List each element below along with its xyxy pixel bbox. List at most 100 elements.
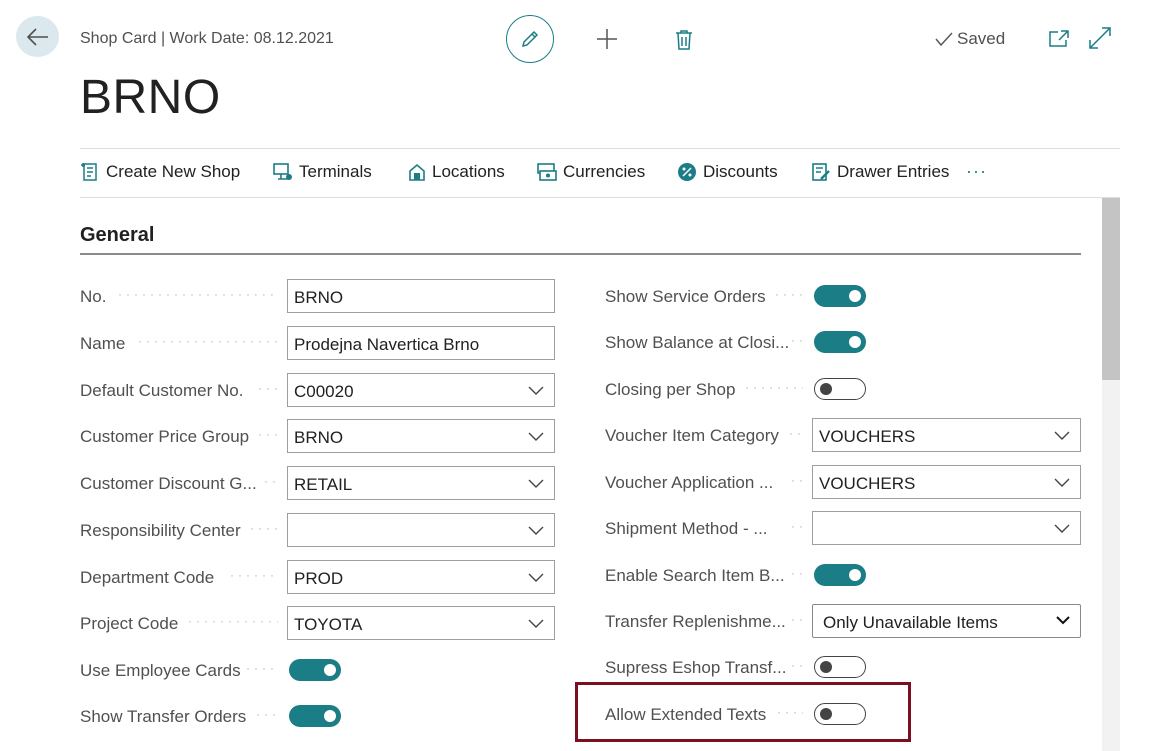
currency-icon [537,163,557,181]
chevron-down-icon [528,619,544,628]
project-code-select[interactable]: TOYOTA [287,606,555,640]
show-balance-at-closing-toggle[interactable] [814,331,866,353]
chevron-down-icon [528,432,544,441]
back-button[interactable] [16,16,59,57]
action-currencies[interactable]: Currencies [537,162,645,182]
delete-button[interactable] [672,26,696,52]
saved-label: Saved [957,29,1006,48]
default-customer-select[interactable]: C00020 [287,373,555,407]
customer-price-group-select[interactable]: BRNO [287,419,555,453]
open-new-window-button[interactable] [1048,28,1070,48]
leader-dots: ·························· [118,287,278,301]
leader-dots: ·················· [188,614,278,628]
shipment-method-select[interactable] [812,511,1081,545]
show-service-orders-toggle[interactable] [814,285,866,307]
leader-dots: ·· [791,519,803,533]
responsibility-center-select[interactable] [287,513,555,547]
leader-dots: ·························· [138,334,278,348]
expand-icon [1089,27,1111,49]
action-label: Create New Shop [106,162,241,181]
field-label: Show Transfer Orders [80,707,247,726]
field-label: Responsibility Center [80,521,241,540]
section-title-general[interactable]: General [80,224,154,247]
field-row-show-service-orders: Show Service Orders ····· [605,279,1081,313]
terminal-icon [273,163,292,180]
field-row-customer-discount-group: Customer Discount G... ··· RETAIL [80,466,555,500]
field-label: Default Customer No. [80,381,244,400]
plus-icon [597,29,617,49]
expand-button[interactable] [1088,26,1112,50]
closing-per-shop-toggle[interactable] [814,378,866,400]
select-value: RETAIL [294,475,353,494]
leader-dots: ·· [791,333,803,347]
leader-dots: ····· [775,287,803,301]
action-locations[interactable]: Locations [408,162,505,182]
more-actions-button[interactable]: ··· [966,161,987,182]
field-row-shipment-method: Shipment Method - ... ·· [605,511,1081,545]
department-code-select[interactable]: PROD [287,560,555,594]
highlight-annotation-box [575,682,911,742]
field-row-project-code: Project Code ·················· TOYOTA [80,606,555,640]
action-drawer-entries[interactable]: Drawer Entries [811,162,949,182]
enable-search-item-toggle[interactable] [814,564,866,586]
leader-dots: ····· [258,427,278,441]
show-transfer-orders-toggle[interactable] [289,705,341,727]
leader-dots: ···· [256,707,278,721]
field-row-enable-search-item: Enable Search Item B... ·· [605,558,1081,592]
chevron-down-icon [1054,524,1070,533]
leader-dots: ·· [789,426,801,440]
select-value: VOUCHERS [819,474,916,493]
transfer-replenishment-select[interactable]: Only Unavailable Items [812,604,1081,638]
leader-dots: ·· [791,473,803,487]
leader-dots: ·· [791,658,803,672]
field-label: Transfer Replenishme... [605,612,786,631]
field-row-transfer-replenishment: Transfer Replenishme... ·· Only Unavaila… [605,604,1081,638]
chevron-down-icon [528,573,544,582]
new-button[interactable] [594,26,620,52]
field-row-closing-per-shop: Closing per Shop ·········· [605,372,1081,406]
edit-button[interactable] [506,15,554,63]
voucher-item-category-select[interactable]: VOUCHERS [812,418,1081,452]
field-label: Show Balance at Closi... [605,333,790,352]
leader-dots: ·· [791,612,803,626]
open-in-new-window-icon [1049,29,1069,47]
field-label: No. [80,287,107,306]
leader-dots: ····· [258,381,278,395]
use-employee-cards-toggle[interactable] [289,659,341,681]
field-row-supress-eshop-transfer: Supress Eshop Transf... ·· [605,650,1081,684]
field-label: Name [80,334,126,353]
chevron-down-icon [528,386,544,395]
select-value: Only Unavailable Items [823,613,998,632]
field-row-use-employee-cards: Use Employee Cards ····· [80,653,555,687]
scrollbar-thumb[interactable] [1102,198,1120,380]
voucher-application-select[interactable]: VOUCHERS [812,465,1081,499]
leader-dots: ····· [246,661,278,675]
field-row-show-balance-at-closing: Show Balance at Closi... ·· [605,325,1081,359]
leader-dots: ····· [250,521,278,535]
location-icon [409,163,425,181]
action-create-new-shop[interactable]: Create New Shop [80,162,240,182]
name-input[interactable]: Prodejna Navertica Brno [287,326,555,360]
action-discounts[interactable]: Discounts [677,162,778,182]
leader-dots: ·········· [745,380,803,394]
action-label: Locations [432,162,505,181]
select-value: PROD [294,569,344,588]
action-terminals[interactable]: Terminals [273,162,372,182]
field-label: Voucher Application ... [605,473,774,492]
customer-discount-group-select[interactable]: RETAIL [287,466,555,500]
leader-dots: ··· [264,474,278,488]
field-row-default-customer: Default Customer No. ····· C00020 [80,373,555,407]
pencil-icon [521,30,539,48]
select-value: VOUCHERS [819,427,916,446]
chevron-down-icon [528,479,544,488]
field-label: Project Code [80,614,179,633]
no-input[interactable]: BRNO [287,279,555,313]
page-title: BRNO [80,71,221,124]
field-label: Shipment Method - ... [605,519,768,538]
field-row-show-transfer-orders: Show Transfer Orders ···· [80,699,555,733]
supress-eshop-transfer-toggle[interactable] [814,656,866,678]
field-label: Department Code [80,568,215,587]
select-value: TOYOTA [294,615,363,634]
chevron-down-icon [1054,431,1070,440]
field-label: Show Service Orders [605,287,766,306]
